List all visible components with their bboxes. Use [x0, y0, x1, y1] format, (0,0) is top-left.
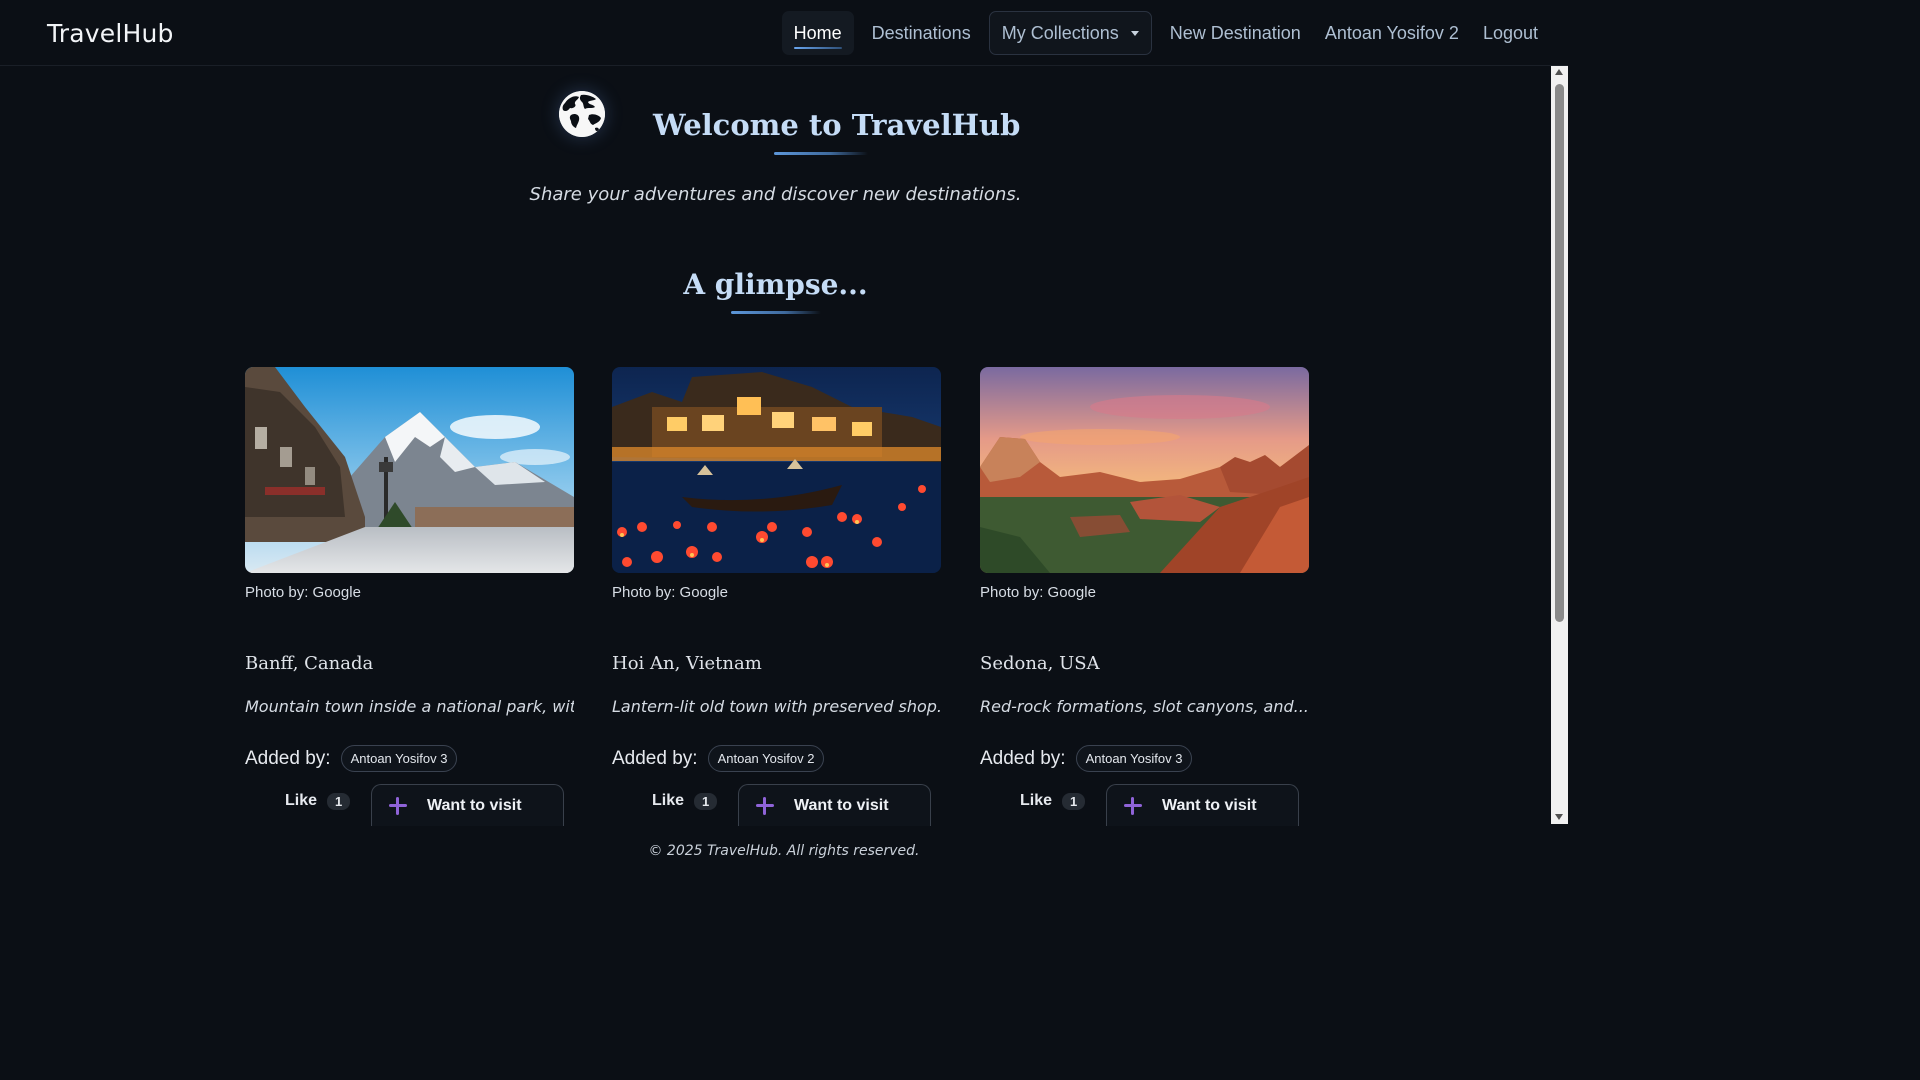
- section-underline: [731, 311, 821, 314]
- want-to-visit-button[interactable]: Want to visit: [738, 784, 931, 826]
- author-badge[interactable]: Antoan Yosifov 2: [707, 745, 825, 772]
- caret-down-icon: [1130, 30, 1139, 36]
- destination-photo[interactable]: [612, 367, 941, 573]
- like-button[interactable]: Like 1: [285, 792, 351, 810]
- plus-icon: [756, 796, 774, 815]
- added-by-label: Added by:: [612, 747, 698, 769]
- added-by-row: Added by: Antoan Yosifov 3: [980, 745, 1193, 772]
- nav-home[interactable]: Home: [781, 11, 854, 55]
- added-by-label: Added by:: [980, 747, 1066, 769]
- photo-credit: Photo by: Google: [245, 584, 361, 601]
- scrollbar-thumb[interactable]: [1555, 84, 1564, 622]
- want-to-visit-button[interactable]: Want to visit: [371, 784, 564, 826]
- top-navbar: TravelHub Home Destinations My Collectio…: [0, 0, 1568, 66]
- added-by-row: Added by: Antoan Yosifov 2: [612, 745, 825, 772]
- destination-card: Photo by: Google Sedona, USA Red-rock fo…: [980, 367, 1309, 826]
- destination-title[interactable]: Sedona, USA: [980, 653, 1100, 674]
- destination-photo[interactable]: [980, 367, 1309, 573]
- heading-underline: [774, 152, 868, 155]
- want-to-visit-label: Want to visit: [427, 796, 522, 814]
- destination-title[interactable]: Hoi An, Vietnam: [612, 653, 762, 674]
- like-button[interactable]: Like 1: [652, 792, 718, 810]
- added-by-label: Added by:: [245, 747, 331, 769]
- want-to-visit-label: Want to visit: [794, 796, 889, 814]
- author-badge[interactable]: Antoan Yosifov 3: [340, 745, 458, 772]
- like-button[interactable]: Like 1: [1020, 792, 1086, 810]
- like-count-badge: 1: [1062, 792, 1086, 810]
- destination-card: Photo by: Google Banff, Canada Mountain …: [245, 367, 574, 826]
- plus-icon: [389, 796, 407, 815]
- like-label: Like: [1020, 792, 1053, 809]
- nav-my-collections-label: My Collections: [1001, 22, 1119, 43]
- nav-user-profile[interactable]: Antoan Yosifov 2: [1313, 11, 1471, 55]
- destination-title[interactable]: Banff, Canada: [245, 653, 373, 674]
- like-label: Like: [285, 792, 318, 809]
- destination-card: Photo by: Google Hoi An, Vietnam Lantern…: [612, 367, 941, 826]
- nav-logout[interactable]: Logout: [1471, 11, 1550, 55]
- destination-description: Red-rock formations, slot canyons, and..…: [980, 697, 1309, 716]
- photo-credit: Photo by: Google: [612, 584, 728, 601]
- photo-credit: Photo by: Google: [980, 584, 1096, 601]
- want-to-visit-label: Want to visit: [1162, 796, 1257, 814]
- destination-photo[interactable]: [245, 367, 574, 573]
- nav-my-collections-dropdown[interactable]: My Collections: [988, 11, 1152, 55]
- like-count-badge: 1: [327, 792, 351, 810]
- scroll-down-arrow-icon[interactable]: [1555, 814, 1563, 820]
- page-scrollbar[interactable]: [1551, 66, 1568, 824]
- nav-new-destination[interactable]: New Destination: [1158, 11, 1313, 55]
- want-to-visit-button[interactable]: Want to visit: [1106, 784, 1299, 826]
- welcome-heading: Welcome to TravelHub: [653, 108, 1021, 142]
- destination-description: Mountain town inside a national park, wi…: [245, 697, 574, 716]
- brand-logo[interactable]: TravelHub: [47, 19, 174, 48]
- like-label: Like: [652, 792, 685, 809]
- destination-description: Lantern-lit old town with preserved shop…: [612, 697, 941, 716]
- glimpse-heading: A glimpse...: [683, 268, 868, 301]
- page-footer: © 2025 TravelHub. All rights reserved.: [648, 843, 920, 859]
- added-by-row: Added by: Antoan Yosifov 3: [245, 745, 458, 772]
- globe-icon: [559, 91, 605, 137]
- scroll-up-arrow-icon[interactable]: [1555, 69, 1563, 75]
- author-badge[interactable]: Antoan Yosifov 3: [1075, 745, 1193, 772]
- plus-icon: [1124, 796, 1142, 815]
- welcome-subtitle: Share your adventures and discover new d…: [529, 184, 1022, 205]
- main-nav: Home Destinations My Collections New Des…: [781, 11, 1568, 55]
- like-count-badge: 1: [694, 792, 718, 810]
- nav-destinations[interactable]: Destinations: [860, 11, 983, 55]
